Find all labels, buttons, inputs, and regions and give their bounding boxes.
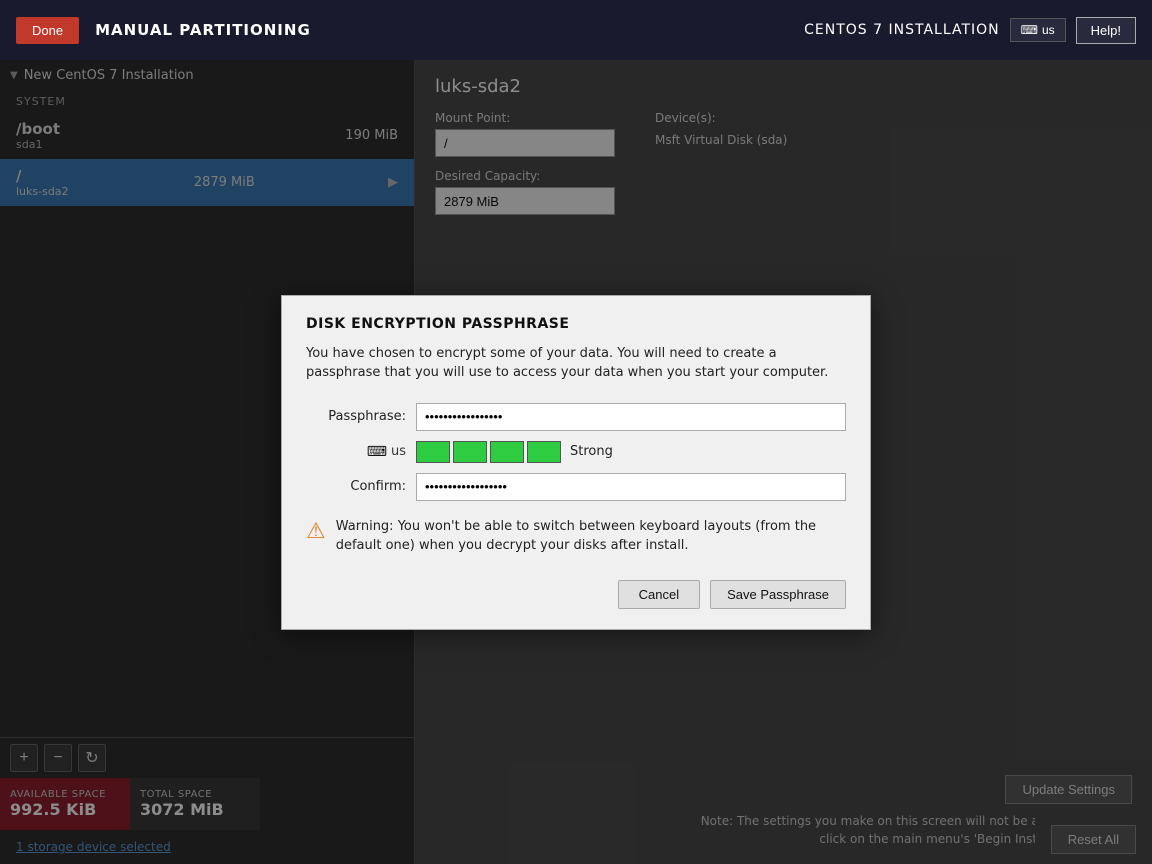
strength-bar-1 <box>416 441 450 463</box>
dialog-body-text: You have chosen to encrypt some of your … <box>306 344 846 383</box>
top-bar-right: CENTOS 7 INSTALLATION ⌨ us Help! <box>804 17 1136 44</box>
passphrase-input[interactable] <box>416 403 846 431</box>
keyboard-icon: ⌨ <box>1021 23 1038 37</box>
warning-icon: ⚠ <box>306 519 326 544</box>
dialog-footer: Cancel Save Passphrase <box>306 580 846 609</box>
top-bar-left: Done MANUAL PARTITIONING <box>16 17 311 44</box>
passphrase-row: Passphrase: <box>306 403 846 431</box>
help-button[interactable]: Help! <box>1076 17 1136 44</box>
strength-bar-4 <box>527 441 561 463</box>
confirm-row: Confirm: <box>306 473 846 501</box>
install-title: CENTOS 7 INSTALLATION <box>804 22 999 38</box>
warning-row: ⚠ Warning: You won't be able to switch b… <box>306 517 846 556</box>
app-title: MANUAL PARTITIONING <box>95 21 311 39</box>
dialog-form: Passphrase: ⌨ us Strong Confi <box>306 403 846 501</box>
strength-bars: Strong <box>416 441 613 463</box>
save-passphrase-button[interactable]: Save Passphrase <box>710 580 846 609</box>
top-bar: Done MANUAL PARTITIONING CENTOS 7 INSTAL… <box>0 0 1152 60</box>
disk-encryption-dialog: DISK ENCRYPTION PASSPHRASE You have chos… <box>281 295 871 630</box>
strength-label: Strong <box>570 444 613 459</box>
dialog-title: DISK ENCRYPTION PASSPHRASE <box>306 316 846 332</box>
strength-bar-2 <box>453 441 487 463</box>
keyboard-icon-dialog: ⌨ <box>367 444 387 460</box>
keyboard-lang: us <box>1042 23 1055 37</box>
confirm-label: Confirm: <box>306 479 406 494</box>
done-button[interactable]: Done <box>16 17 79 44</box>
dialog-overlay: DISK ENCRYPTION PASSPHRASE You have chos… <box>0 60 1152 864</box>
strength-bar-3 <box>490 441 524 463</box>
cancel-button[interactable]: Cancel <box>618 580 700 609</box>
keyboard-lang-dialog: us <box>391 444 406 459</box>
keyboard-button[interactable]: ⌨ us <box>1010 18 1066 42</box>
keyboard-indicator: ⌨ us <box>306 444 406 460</box>
passphrase-label: Passphrase: <box>306 409 406 424</box>
confirm-input[interactable] <box>416 473 846 501</box>
warning-text: Warning: You won't be able to switch bet… <box>336 517 846 556</box>
strength-row: ⌨ us Strong <box>306 441 846 463</box>
